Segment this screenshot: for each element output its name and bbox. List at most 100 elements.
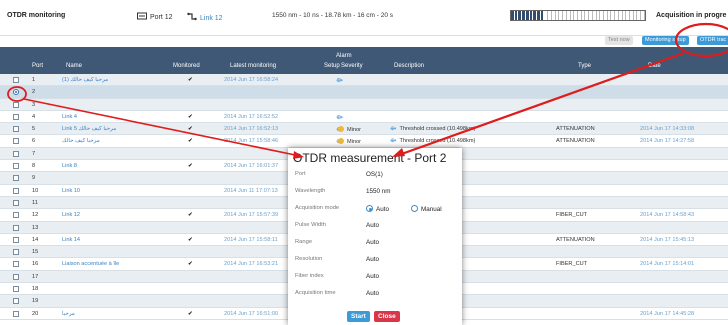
header-type[interactable]: Type <box>578 63 591 69</box>
cell-latest-monitoring-text: 2014 Jun 17 16:51:00 <box>224 310 279 317</box>
cell-name-text: مرحبا كيف حالك (1) <box>62 77 109 83</box>
cell-port: 6 <box>32 138 35 144</box>
cell-name-text: Link 4 <box>62 113 77 120</box>
cell-setup[interactable]: ⟴ <box>336 77 343 84</box>
cell-type-text: FIBER_CUT <box>556 261 588 268</box>
cell-type: FIBER_CUT <box>556 212 587 218</box>
header-latest-monitoring[interactable]: Latest monitoring <box>230 63 276 69</box>
cell-port: 8 <box>32 163 35 169</box>
cell-type: ATTENUATION <box>556 237 595 243</box>
row-checkbox[interactable] <box>13 249 19 256</box>
cell-name[interactable]: مرحبا كيف حالك (1) <box>62 77 108 83</box>
row-checkbox[interactable] <box>13 286 19 293</box>
row-checkbox[interactable] <box>13 273 19 280</box>
cell-name-text: مرحبا <box>62 310 75 317</box>
row-checkbox[interactable] <box>13 163 19 170</box>
cell-name[interactable]: Link 8 <box>62 163 77 169</box>
cell-port-text: 3 <box>32 101 36 108</box>
start-button[interactable]: Start <box>347 311 370 322</box>
cell-description-text: Threshold crossed (10.498km) <box>399 126 476 133</box>
row-checkbox[interactable] <box>13 175 19 182</box>
row-checkbox[interactable] <box>13 187 19 194</box>
row-checkbox[interactable] <box>13 212 19 219</box>
cell-name[interactable]: Link 4 <box>62 114 77 120</box>
cell-name[interactable]: Link 5 مرحبا كيف حالك <box>62 126 116 132</box>
table-row[interactable]: 5 Link 5 مرحبا كيف حالك ✔ 2014 Jun 17 16:52… <box>0 123 728 136</box>
row-checkbox[interactable] <box>13 126 19 133</box>
cell-latest-monitoring-text: 2014 Jun 17 15:58:46 <box>224 138 279 145</box>
row-checkbox[interactable] <box>13 113 19 120</box>
row-checkbox[interactable] <box>13 150 19 157</box>
manual-radio[interactable] <box>410 205 418 212</box>
table-row[interactable]: 1 مرحبا كيف حالك (1) ✔ 2014 Jun 17 16:58:24… <box>0 74 728 87</box>
cell-severity: Minor <box>338 126 361 133</box>
close-button[interactable]: Close <box>374 311 400 322</box>
port-indicator[interactable]: Port 12 <box>137 12 173 21</box>
cell-type: ATTENUATION <box>556 126 595 132</box>
row-checkbox[interactable] <box>13 77 19 83</box>
cell-name[interactable]: Link 14 <box>62 237 80 243</box>
cell-latest-monitoring: 2014 Jun 17 16:52:52 <box>224 114 278 120</box>
table-row[interactable]: 2 <box>0 86 728 99</box>
table-row[interactable]: 4 Link 4 ✔ 2014 Jun 17 16:52:52 ⟴ <box>0 111 728 124</box>
threshold-icon: ⟴ <box>390 138 397 145</box>
cell-port-text: 17 <box>32 273 39 280</box>
otdr-trace-button[interactable]: OTDR trac <box>697 36 728 45</box>
cell-latest-monitoring-text: 2014 Jun 17 15:58:11 <box>224 236 278 243</box>
row-checkbox[interactable] <box>13 310 19 317</box>
header-date[interactable]: Date <box>648 63 661 69</box>
cell-monitored-text: ✔ <box>188 212 193 219</box>
cell-monitored: ✔ <box>188 311 193 317</box>
cell-port-text: 6 <box>32 138 36 145</box>
link-indicator[interactable]: Link 12 <box>187 12 223 22</box>
row-checkbox[interactable] <box>13 298 19 305</box>
header-description[interactable]: Description <box>394 63 424 69</box>
dialog-field-value: Auto <box>366 239 379 246</box>
cell-latest-monitoring: 2014 Jun 17 16:53:21 <box>224 261 278 267</box>
cell-name[interactable]: Link 12 <box>62 212 80 218</box>
row-checkbox[interactable] <box>13 224 19 231</box>
cell-setup[interactable]: ⟴ <box>336 114 343 121</box>
auto-radio[interactable] <box>366 205 373 212</box>
dialog-field-value: Auto <box>366 256 379 263</box>
cell-name[interactable]: مرحبا كيف حالك <box>62 138 100 144</box>
acquisition-status: Acquisition in progre <box>656 12 727 19</box>
cell-latest-monitoring-text: 2014 Jun 17 16:01:37 <box>224 163 279 170</box>
header-name[interactable]: Name <box>66 63 82 69</box>
header-severity[interactable]: Severity <box>341 63 363 69</box>
cell-name[interactable]: مرحبا <box>62 311 75 317</box>
row-checkbox[interactable] <box>13 101 19 108</box>
dialog-field-label: Port <box>295 171 306 177</box>
cell-latest-monitoring-text: 2014 Jun 17 16:52:13 <box>224 126 279 133</box>
dialog-field-label: Acquisition time <box>295 290 336 296</box>
row-checkbox[interactable] <box>13 261 19 268</box>
header-setup[interactable]: Setup <box>324 63 340 69</box>
header-port[interactable]: Port <box>32 63 43 69</box>
cell-name[interactable]: Liaison accentuée à île <box>62 261 119 267</box>
cell-latest-monitoring: 2014 Jun 17 16:01:37 <box>224 163 278 169</box>
cell-type: FIBER_CUT <box>556 261 587 267</box>
row-radio[interactable] <box>13 89 19 96</box>
dialog-field-value: Auto <box>366 290 379 297</box>
table-row[interactable]: 6 مرحبا كيف حالك ✔ 2014 Jun 17 15:58:46 ⟴ Min… <box>0 135 728 148</box>
cell-name[interactable]: Link 10 <box>62 188 80 194</box>
row-checkbox[interactable] <box>13 199 19 206</box>
cell-date: 2014 Jun 17 15:45:13 <box>640 237 694 243</box>
cell-monitored: ✔ <box>188 114 193 120</box>
monitoring-setup-button[interactable]: Monitoring setup <box>642 36 689 45</box>
row-checkbox[interactable] <box>13 138 19 145</box>
manual-label: Manual <box>420 206 442 213</box>
port-label: Port 12 <box>150 14 173 21</box>
cell-latest-monitoring-text: 2014 Jun 17 16:53:21 <box>224 261 279 268</box>
cell-date-text: 2014 Jun 17 14:27:58 <box>640 138 695 145</box>
cell-port-text: 9 <box>32 175 36 182</box>
test-now-button[interactable]: Test now <box>605 36 633 45</box>
cell-latest-monitoring-text: 2014 Jun 11 17:07:13 <box>224 187 278 194</box>
header-monitored[interactable]: Monitored <box>173 63 200 69</box>
row-checkbox[interactable] <box>13 236 19 243</box>
action-bar: Test now Monitoring setup OTDR trac <box>0 36 728 46</box>
dialog-field-row: Resolution Auto <box>288 252 462 268</box>
table-row[interactable]: 3 <box>0 98 728 111</box>
header-alarm-group: Alarm <box>336 53 352 59</box>
cell-latest-monitoring: 2014 Jun 17 15:58:11 <box>224 237 278 243</box>
